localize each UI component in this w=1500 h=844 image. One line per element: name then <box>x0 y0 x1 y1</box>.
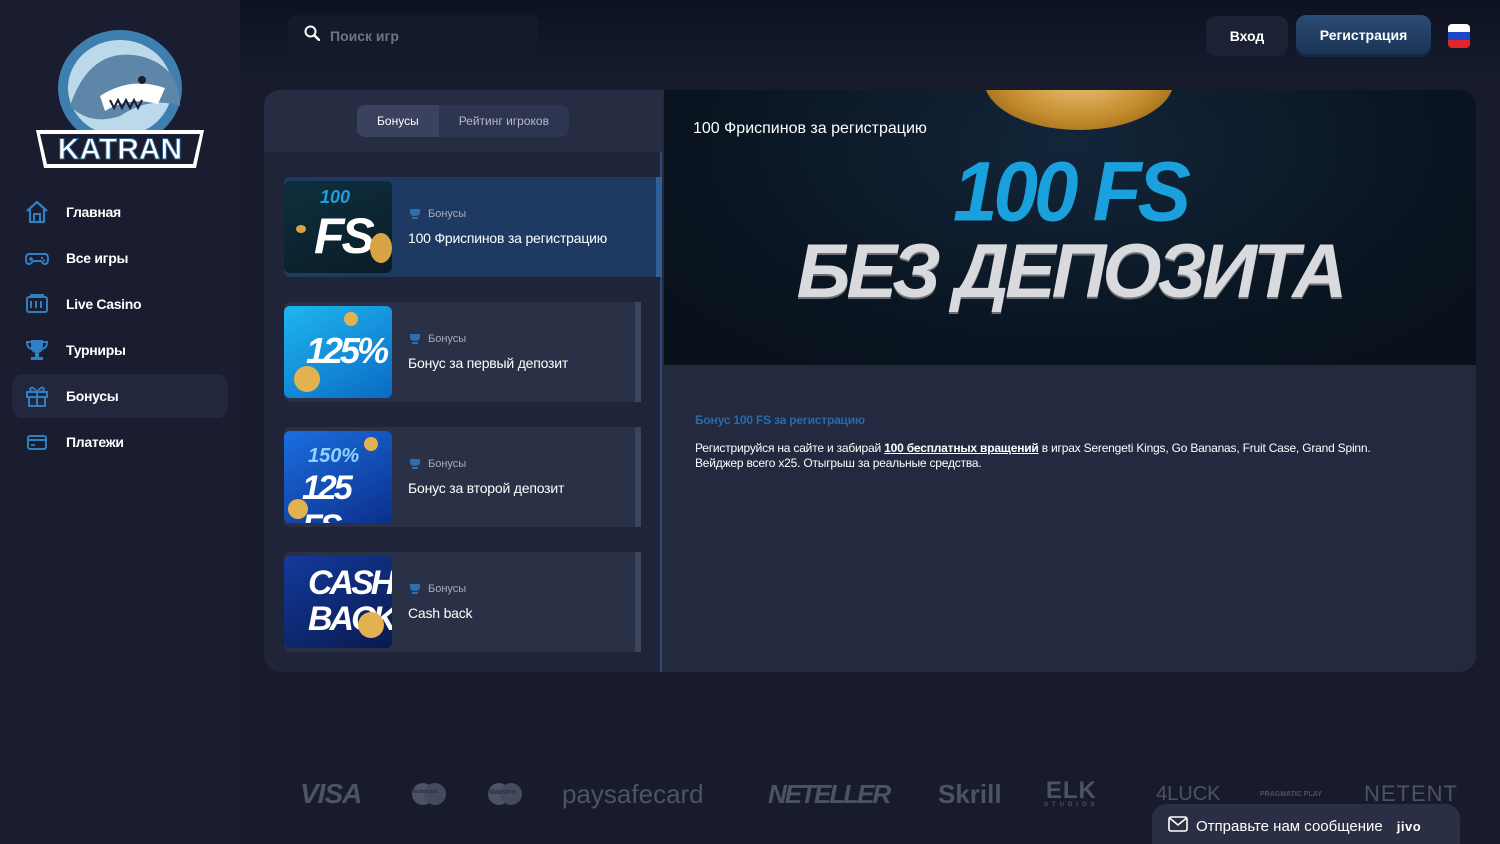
live-casino-icon <box>24 291 50 317</box>
logo-text: KATRAN <box>58 133 182 166</box>
login-button[interactable]: Вход <box>1206 16 1288 56</box>
bonus-detail-panel: 100 Фриспинов за регистрацию 100 FS БЕЗ … <box>664 90 1476 672</box>
card-icon <box>24 429 50 455</box>
bonus-category-icon <box>410 334 420 344</box>
sidebar: KATRAN Главная Все игры Live Casino Турн… <box>0 0 240 844</box>
tab-bonuses[interactable]: Бонусы <box>357 105 439 137</box>
banner-title: 100 Фриспинов за регистрацию <box>693 120 927 137</box>
flag-ru-icon[interactable] <box>1448 24 1470 48</box>
bonus-category-icon <box>410 459 420 469</box>
envelope-icon <box>1168 815 1188 837</box>
sidebar-item-all-games[interactable]: Все игры <box>12 236 228 280</box>
bonuses-card: Бонусы Рейтинг игроков 100 FS Бонусы 100… <box>264 90 1476 672</box>
bonus-title: Бонус за второй депозит <box>408 480 565 496</box>
skrill-logo: Skrill <box>938 778 1002 809</box>
sidebar-item-tournaments[interactable]: Турниры <box>12 328 228 372</box>
tab-player-rating[interactable]: Рейтинг игроков <box>439 105 569 137</box>
chat-label: Отправьте нам сообщение <box>1196 817 1383 835</box>
bonus-title: Cash back <box>408 605 473 621</box>
bonus-list-panel: Бонусы Рейтинг игроков 100 FS Бонусы 100… <box>264 90 662 672</box>
search-input[interactable] <box>330 27 510 44</box>
sidebar-item-label: Все игры <box>66 250 129 266</box>
sidebar-item-label: Live Casino <box>66 296 142 312</box>
maestro-logo: Maestro <box>486 772 524 816</box>
bonus-thumb: 100 FS <box>284 181 392 273</box>
sidebar-item-bonuses[interactable]: Бонусы <box>12 374 228 418</box>
bonus-thumb: CASH BACK <box>284 556 392 648</box>
paysafecard-logo: paysafecard <box>562 778 704 809</box>
sidebar-item-payments[interactable]: Платежи <box>12 420 228 464</box>
sidebar-item-label: Турниры <box>66 342 126 358</box>
bonus-category: Бонусы <box>428 458 467 470</box>
bonus-title: 100 Фриспинов за регистрацию <box>408 230 608 246</box>
banner-subheadline: БЕЗ ДЕПОЗИТА <box>796 229 1348 314</box>
description-text: Регистрируйся на сайте и забирай 100 бес… <box>695 441 1371 470</box>
neteller-logo: NETELLER <box>768 778 891 809</box>
mastercard-logo: Mastercard <box>410 772 448 816</box>
bonus-category: Бонусы <box>428 208 467 220</box>
bonus-item-freespins[interactable]: 100 FS Бонусы 100 Фриспинов за регистрац… <box>284 177 662 277</box>
bonus-category-icon <box>410 584 420 594</box>
sidebar-item-home[interactable]: Главная <box>12 190 228 234</box>
bonus-category-icon <box>410 209 420 219</box>
bonus-item-cashback[interactable]: CASH BACK Бонусы Cash back <box>284 552 641 652</box>
sidebar-item-label: Главная <box>66 204 121 220</box>
katran-logo[interactable]: KATRAN <box>30 26 210 174</box>
bonus-description: Бонус 100 FS за регистрацию Регистрируйс… <box>695 413 1415 471</box>
search-icon <box>304 25 321 46</box>
trophy-icon <box>24 337 50 363</box>
bonus-category: Бонусы <box>428 333 467 345</box>
bonus-thumb: 150% 125 FS <box>284 431 392 523</box>
sidebar-item-label: Бонусы <box>66 388 119 404</box>
search-bar[interactable] <box>288 15 538 56</box>
sidebar-item-label: Платежи <box>66 434 124 450</box>
bonus-thumb: 125% <box>284 306 392 398</box>
jivo-logo: jivo <box>1396 818 1422 834</box>
bonus-title: Бонус за первый депозит <box>408 355 569 371</box>
sidebar-item-live-casino[interactable]: Live Casino <box>12 282 228 326</box>
elk-studios-logo: ELK STUDIOS <box>1044 777 1099 809</box>
register-button[interactable]: Регистрация <box>1296 15 1431 54</box>
header: Вход Регистрация <box>240 0 1500 70</box>
sidebar-nav: Главная Все игры Live Casino Турниры Бон… <box>12 190 228 466</box>
bonus-banner: 100 Фриспинов за регистрацию 100 FS БЕЗ … <box>664 90 1476 365</box>
bonus-category: Бонусы <box>428 583 467 595</box>
banner-headline: 100 FS <box>953 144 1191 239</box>
gift-icon <box>24 383 50 409</box>
chat-widget[interactable]: Отправьте нам сообщение jivo <box>1152 804 1460 844</box>
bonus-item-first-deposit[interactable]: 125% Бонусы Бонус за первый депозит <box>284 302 641 402</box>
description-heading: Бонус 100 FS за регистрацию <box>695 413 865 427</box>
bonus-item-second-deposit[interactable]: 150% 125 FS Бонусы Бонус за второй депоз… <box>284 427 641 527</box>
visa-logo: VISA <box>300 778 362 809</box>
tabs: Бонусы Рейтинг игроков <box>357 105 569 137</box>
free-spins-link[interactable]: 100 бесплатных вращений <box>884 441 1039 455</box>
coin-decoration <box>984 90 1174 130</box>
home-icon <box>24 199 50 225</box>
tabs-bar: Бонусы Рейтинг игроков <box>264 90 662 152</box>
gamepad-icon <box>24 245 50 271</box>
